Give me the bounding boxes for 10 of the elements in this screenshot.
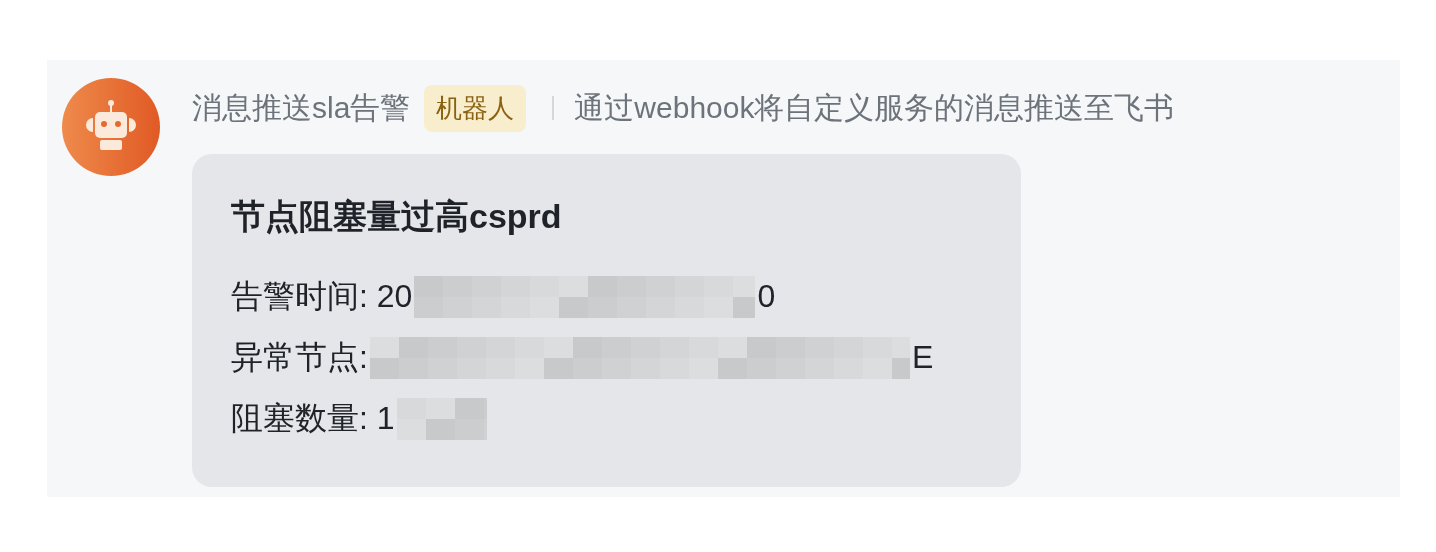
field-value: E — [911, 339, 934, 376]
field-label: 阻塞数量: 1 — [231, 398, 395, 438]
bot-badge: 机器人 — [424, 84, 527, 132]
field-label: 异常节点: — [231, 337, 368, 377]
card-title: 节点阻塞量过高csprd — [231, 196, 563, 237]
field-label: 告警时间: 20 — [231, 276, 413, 316]
sender-description: 通过webhook将自定义服务的消息推送至飞书 — [574, 89, 1175, 126]
robot-avatar-icon — [62, 78, 160, 176]
field-value: 0 — [757, 278, 776, 315]
sender-name: 消息推送sla告警 — [192, 89, 411, 126]
